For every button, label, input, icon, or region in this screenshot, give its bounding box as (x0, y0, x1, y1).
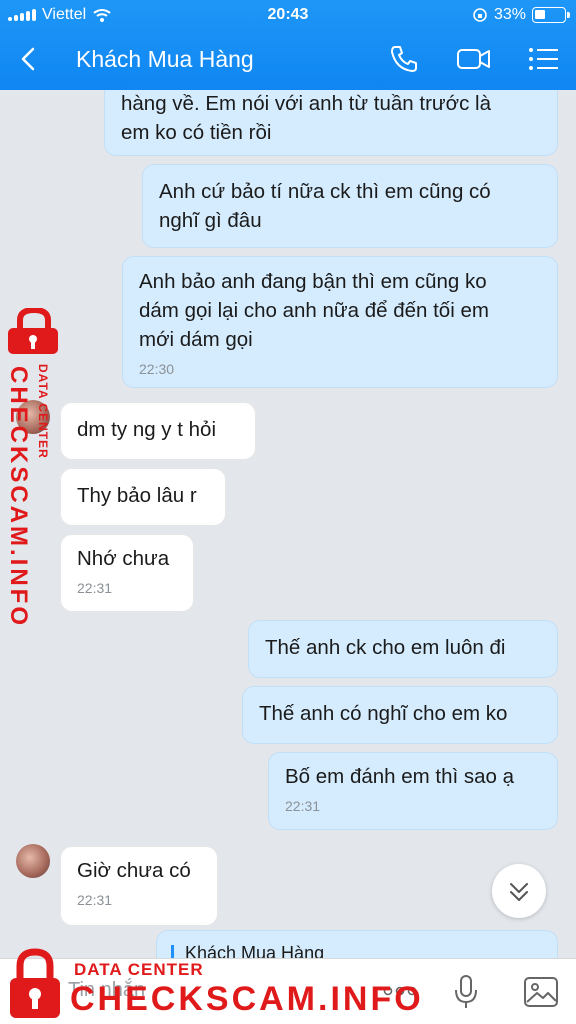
battery-icon (532, 7, 570, 23)
navbar: Khách Mua Hàng (0, 34, 576, 84)
message-bubble[interactable]: Thế anh ck cho em luôn đi (248, 620, 558, 678)
message-bubble[interactable]: Nhớ chưa 22:31 (60, 534, 194, 612)
quote-bar (171, 945, 174, 958)
phone-icon[interactable] (386, 44, 422, 74)
scroll-down-button[interactable] (492, 864, 546, 918)
avatar[interactable] (16, 844, 50, 878)
message-bubble[interactable]: Thế anh có nghĩ cho em ko (242, 686, 558, 744)
message-time: 22:30 (139, 361, 175, 377)
message-bubble[interactable]: Anh bảo anh đang bận thì em cũng ko dám … (122, 256, 558, 388)
back-icon[interactable] (14, 44, 44, 74)
watermark-vertical: CHECKSCAM.INFO (5, 366, 32, 628)
message-bubble[interactable]: Giờ chưa có 22:31 (60, 846, 218, 926)
rotation-lock-icon (473, 8, 487, 22)
image-icon[interactable] (522, 973, 560, 1011)
lock-icon (8, 308, 58, 354)
status-bar: Viettel 20:43 33% (0, 0, 576, 30)
message-bubble[interactable]: Anh cứ bảo tí nữa ck thì em cũng có nghĩ… (142, 164, 558, 248)
microphone-icon[interactable] (452, 973, 480, 1011)
battery-percent: 33% (493, 6, 526, 23)
reply-preview-bubble[interactable]: Khách Mua Hàng (156, 930, 558, 958)
message-time: 22:31 (77, 580, 113, 596)
header: Viettel 20:43 33% Khách Mua Hàng (0, 0, 576, 90)
message-bubble[interactable]: Bố em đánh em thì sao ạ 22:31 (268, 752, 558, 830)
message-bubble[interactable]: hàng về. Em nói với anh từ tuần trước là… (104, 90, 558, 156)
message-list[interactable]: hàng về. Em nói với anh từ tuần trước là… (0, 90, 576, 958)
chat-title[interactable]: Khách Mua Hàng (76, 46, 254, 73)
message-bubble[interactable]: Thy bảo lâu r (60, 468, 226, 526)
menu-icon[interactable] (526, 44, 562, 74)
lock-icon (10, 948, 60, 1018)
watermark-small: DATA CENTER (74, 960, 204, 979)
video-call-icon[interactable] (456, 44, 492, 74)
scroll-down-icon (510, 883, 528, 901)
message-time: 22:31 (77, 892, 113, 908)
watermark-big: CHECKSCAM.INFO (70, 980, 424, 1018)
message-time: 22:31 (285, 798, 321, 814)
watermark-vertical-small: DATA CENTER (36, 364, 50, 459)
message-bubble[interactable]: dm ty ng y t hỏi (60, 402, 256, 460)
